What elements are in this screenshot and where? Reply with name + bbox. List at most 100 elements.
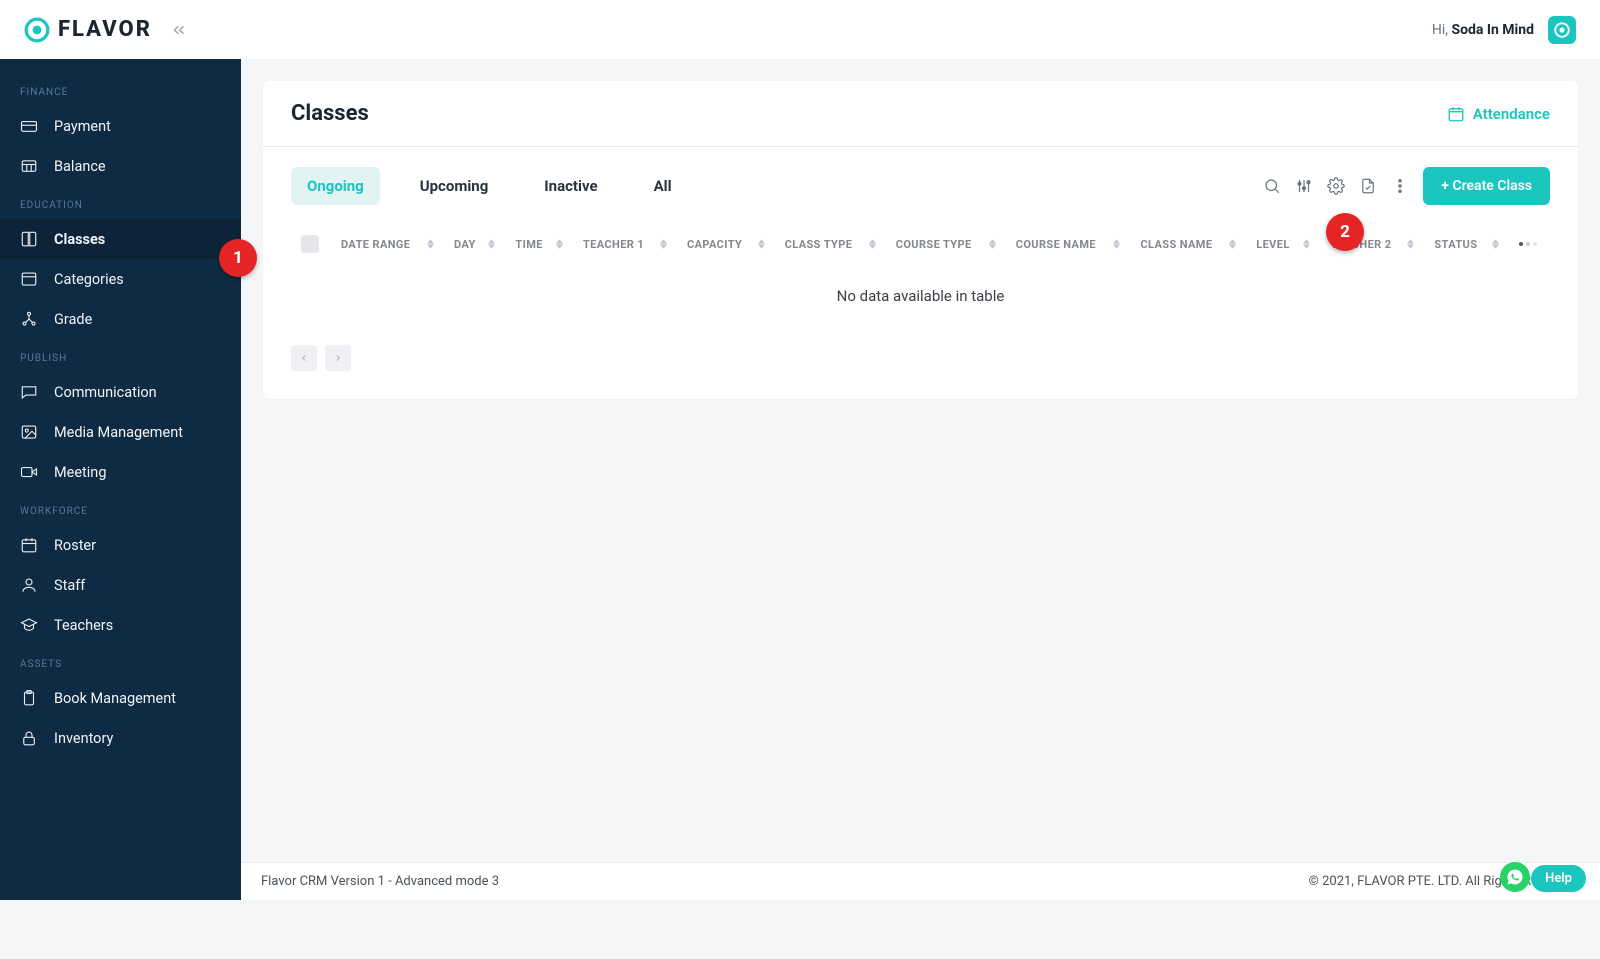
sliders-icon[interactable] [1295,177,1313,195]
sidebar: FINANCEPayment Balance EDUCATION Classes Cat… [0,59,241,900]
sidebar-item-balance[interactable]: Balance [0,146,241,186]
sidebar-item-label: Classes [54,231,105,248]
tab-upcoming[interactable]: Upcoming [404,167,505,205]
column-teacher-1[interactable]: TEACHER 1 [573,223,677,265]
sidebar-item-media-management[interactable]: Media Management [0,412,241,452]
footer-version: Flavor CRM Version 1 - Advanced mode 3 [261,874,499,889]
brand-name: FLAVOR [58,17,152,42]
column-label: COURSE TYPE [896,238,972,251]
select-all-checkbox[interactable] [301,235,319,253]
tutorial-marker-1: 1 [219,239,257,277]
brand-logo[interactable]: FLAVOR [24,17,152,43]
column-class-type[interactable]: CLASS TYPE [775,223,886,265]
pager-next[interactable] [325,345,351,371]
column-label: CLASS NAME [1140,238,1212,251]
more-icon[interactable] [1391,177,1409,195]
pager-prev[interactable] [291,345,317,371]
sidebar-item-roster[interactable]: Roster [0,525,241,565]
distribute-icon [20,310,38,328]
column-label: TEACHER 1 [583,238,644,251]
column-time[interactable]: TIME [505,223,573,265]
sidebar-item-inventory[interactable]: Inventory [0,718,241,758]
user-name: Soda In Mind [1452,22,1535,38]
user-greeting: Hi, Soda In Mind [1432,22,1534,38]
column-more [1509,223,1550,265]
tab-ongoing[interactable]: Ongoing [291,167,380,205]
sidebar-item-label: Balance [54,158,106,175]
search-icon[interactable] [1263,177,1281,195]
column-course-name[interactable]: COURSE NAME [1006,223,1131,265]
sidebar-section-title: FINANCE [0,73,241,106]
column-status[interactable]: STATUS [1424,223,1508,265]
sidebar-item-label: Inventory [54,730,113,747]
column-level[interactable]: LEVEL [1246,223,1320,265]
sidebar-item-communication[interactable]: Communication [0,372,241,412]
attendance-link[interactable]: Attendance [1447,105,1550,123]
sidebar-item-label: Staff [54,577,85,594]
sidebar-item-payment[interactable]: Payment [0,106,241,146]
sidebar-item-label: Book Management [54,690,176,707]
calendar-icon [20,536,38,554]
user-avatar[interactable] [1548,16,1576,44]
footer: Flavor CRM Version 1 - Advanced mode 3 ©… [241,862,1600,900]
user-icon [20,576,38,594]
help-button[interactable]: Help [1531,865,1586,892]
toolbar: Ongoing Upcoming Inactive All + Create Clas… [291,167,1550,205]
chat-icon [20,383,38,401]
column-label: CAPACITY [687,238,742,251]
column-capacity[interactable]: CAPACITY [677,223,775,265]
sidebar-item-categories[interactable]: Categories [0,259,241,299]
sidebar-item-staff[interactable]: Staff [0,565,241,605]
column-label: DAY [454,238,476,251]
export-icon[interactable] [1359,177,1377,195]
tab-inactive[interactable]: Inactive [528,167,613,205]
sidebar-item-book-management[interactable]: Book Management [0,678,241,718]
sidebar-item-label: Media Management [54,424,183,441]
sidebar-collapse-button[interactable] [170,21,188,39]
window-icon [20,270,38,288]
column-label: COURSE NAME [1016,238,1096,251]
card-icon [20,117,38,135]
column-label: TIME [515,238,542,251]
column-label: CLASS TYPE [785,238,853,251]
sidebar-item-meeting[interactable]: Meeting [0,452,241,492]
select-all-header[interactable] [291,223,331,265]
sidebar-item-classes[interactable]: Classes [0,219,241,259]
sidebar-section-title: WORKFORCE [0,492,241,525]
gear-icon[interactable] [1327,177,1345,195]
sidebar-section-title: EDUCATION [0,186,241,219]
image-icon [20,423,38,441]
sidebar-item-label: Meeting [54,464,106,481]
column-label: DATE RANGE [341,238,410,251]
cap-icon [20,616,38,634]
topbar: FLAVOR Hi, Soda In Mind [0,0,1600,59]
lock-icon [20,729,38,747]
column-class-name[interactable]: CLASS NAME [1130,223,1246,265]
tabs: Ongoing Upcoming Inactive All [291,167,688,205]
pager [291,345,1550,371]
video-icon [20,463,38,481]
whatsapp-button[interactable] [1500,862,1530,892]
sidebar-item-label: Grade [54,311,92,328]
sidebar-item-grade[interactable]: Grade [0,299,241,339]
column-date-range[interactable]: DATE RANGE [331,223,444,265]
create-class-button[interactable]: + Create Class [1423,167,1550,205]
column-label: LEVEL [1256,238,1289,251]
ellipsis-icon [1519,242,1540,246]
column-day[interactable]: DAY [444,223,505,265]
sidebar-item-teachers[interactable]: Teachers [0,605,241,645]
sidebar-item-label: Communication [54,384,157,401]
tab-all[interactable]: All [638,167,688,205]
logo-mark-icon [24,17,50,43]
empty-message: No data available in table [291,265,1550,327]
calendar-check-icon [1447,105,1465,123]
toolbar-actions: + Create Class [1263,167,1550,205]
card-body: Ongoing Upcoming Inactive All + Create Clas… [263,147,1578,399]
table-icon [20,157,38,175]
sidebar-section-title: ASSETS [0,645,241,678]
greeting-prefix: Hi, [1432,22,1452,38]
classes-card: Classes Attendance OngoingUpcomingInacti… [263,81,1578,399]
column-course-type[interactable]: COURSE TYPE [886,223,1006,265]
clipboard-icon [20,689,38,707]
sidebar-item-label: Roster [54,537,96,554]
